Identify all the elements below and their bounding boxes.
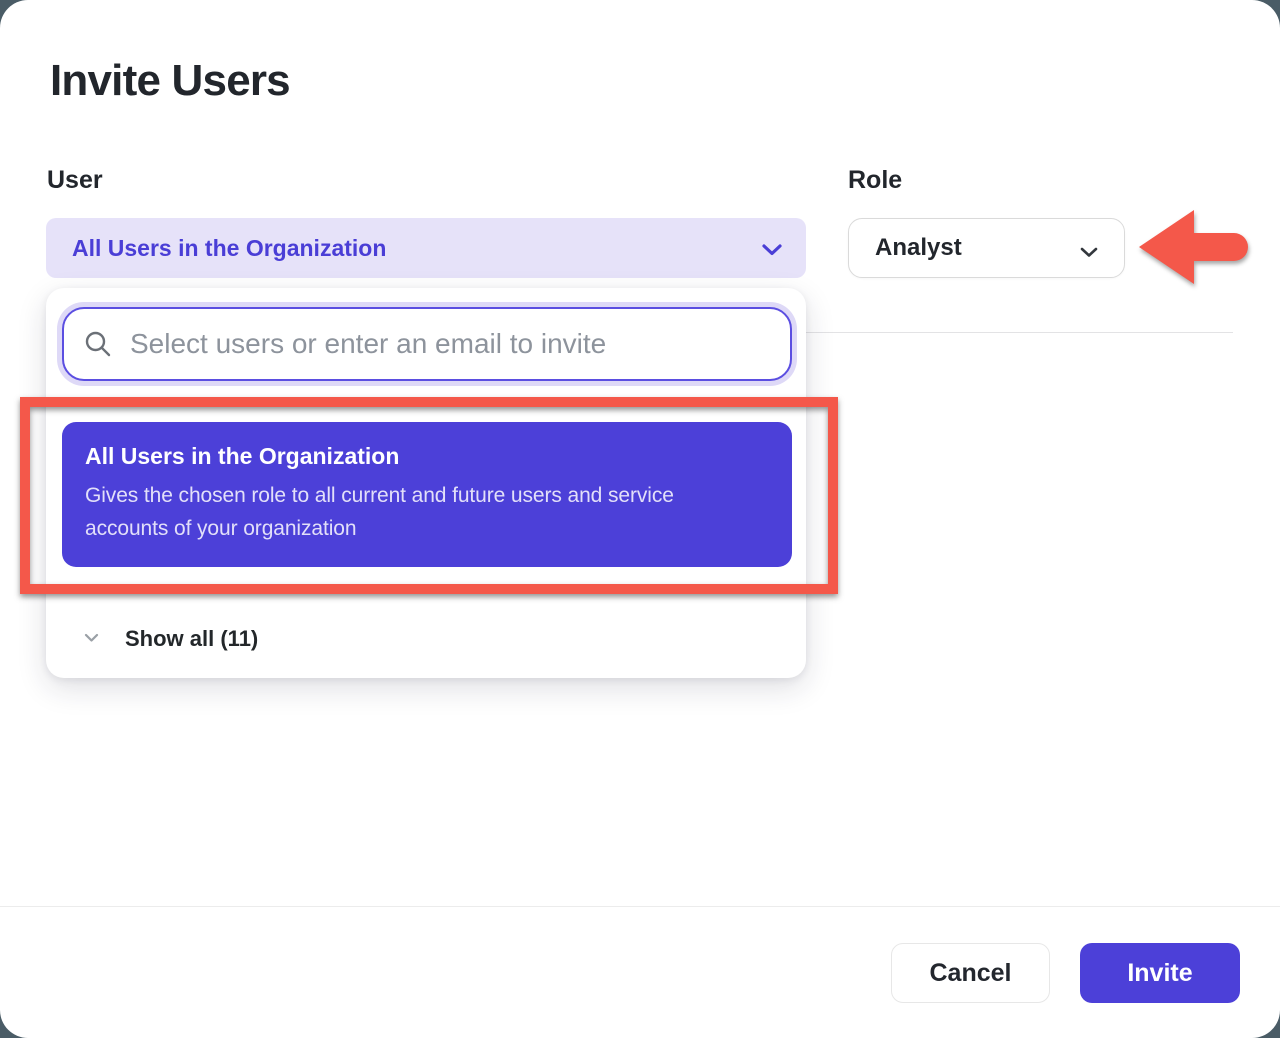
option-title: All Users in the Organization	[85, 443, 772, 470]
red-arrow-annotation	[1136, 205, 1252, 294]
role-select[interactable]: Analyst	[848, 218, 1125, 278]
user-field-label: User	[47, 166, 103, 195]
chevron-down-icon	[84, 630, 99, 648]
option-description: Gives the chosen role to all current and…	[85, 479, 772, 545]
role-field-label: Role	[848, 166, 902, 195]
user-dropdown-panel: All Users in the Organization Gives the …	[46, 288, 806, 678]
page-title: Invite Users	[50, 56, 290, 106]
cancel-button[interactable]: Cancel	[891, 943, 1050, 1003]
user-select-value: All Users in the Organization	[72, 235, 386, 262]
user-search	[62, 307, 792, 381]
user-search-input[interactable]	[62, 307, 792, 381]
footer-divider	[0, 906, 1280, 907]
show-all-label: Show all (11)	[125, 626, 258, 652]
role-select-value: Analyst	[875, 234, 962, 262]
chevron-down-icon	[1080, 245, 1098, 263]
invite-users-dialog: Invite Users User All Users in the Organ…	[0, 0, 1280, 1038]
option-description-line: Gives the chosen role to all current and…	[85, 479, 772, 512]
option-all-users-in-organization[interactable]: All Users in the Organization Gives the …	[62, 422, 792, 567]
chevron-down-icon	[762, 243, 782, 261]
option-description-line: accounts of your organization	[85, 512, 772, 545]
show-all-toggle[interactable]: Show all (11)	[62, 618, 782, 660]
user-select[interactable]: All Users in the Organization	[46, 218, 806, 278]
invite-button[interactable]: Invite	[1080, 943, 1240, 1003]
